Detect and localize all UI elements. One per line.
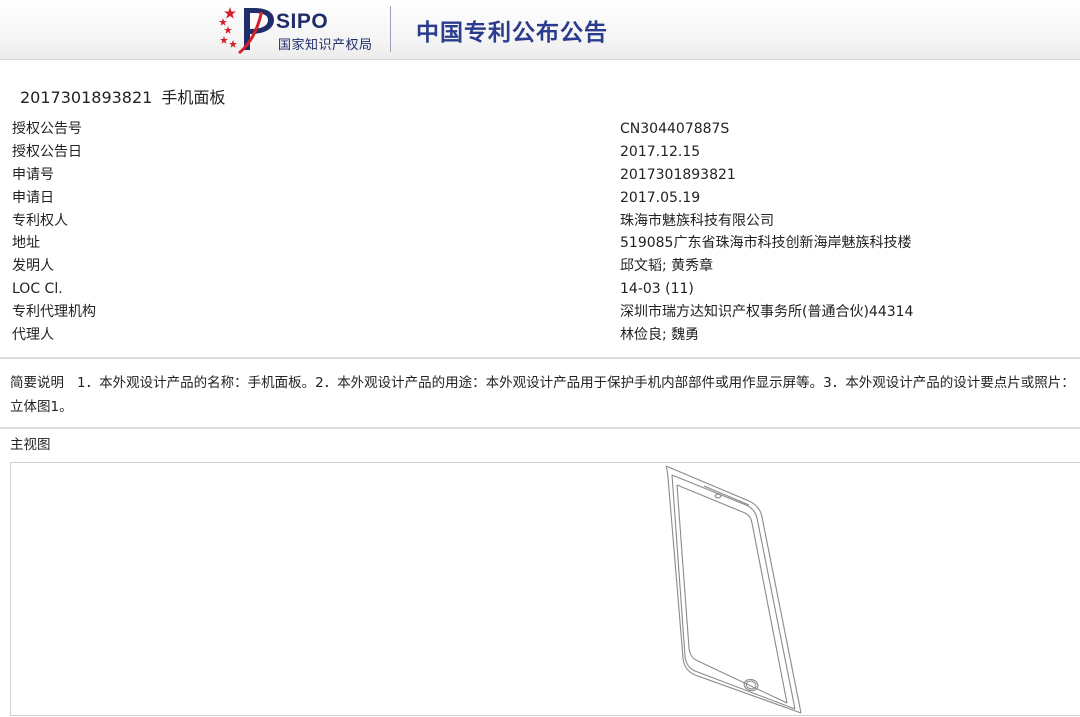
sipo-emblem-icon xyxy=(219,7,274,54)
logo-subtitle: 国家知识产权局 xyxy=(278,38,373,53)
application-number: 2017301893821 xyxy=(20,88,153,107)
field-value: 14-03 (11) xyxy=(620,281,694,298)
field-value: 519085广东省珠海市科技创新海岸魅族科技楼 xyxy=(620,235,912,252)
product-name: 手机面板 xyxy=(161,88,226,107)
field-value: CN304407887S xyxy=(620,121,730,137)
field-label: 申请号 xyxy=(12,166,54,183)
logo-text: SIPO xyxy=(276,10,329,33)
summary-text: 1．本外观设计产品的名称：手机面板。2．本外观设计产品的用途：本外观设计产品用于… xyxy=(10,375,1075,415)
field-label: 专利代理机构 xyxy=(12,304,96,321)
header-divider xyxy=(390,6,391,52)
section-divider xyxy=(0,427,1080,429)
field-value: 林俭良; 魏勇 xyxy=(620,327,700,344)
summary-label: 简要说明 xyxy=(10,375,64,391)
field-label: 代理人 xyxy=(12,327,54,344)
info-row: 专利代理机构 深圳市瑞方达知识产权事务所(普通合伙)44314 xyxy=(12,301,1072,324)
field-label: 授权公告号 xyxy=(12,121,82,137)
field-value: 2017.05.19 xyxy=(620,189,701,206)
page-title: 2017301893821 手机面板 xyxy=(20,84,225,108)
field-label: LOC Cl. xyxy=(12,281,63,298)
info-row: 专利权人 珠海市魅族科技有限公司 xyxy=(12,210,1072,233)
field-label: 发明人 xyxy=(12,258,54,275)
field-label: 申请日 xyxy=(12,189,54,206)
info-row: 申请号 2017301893821 xyxy=(12,164,1072,187)
info-row: 申请日 2017.05.19 xyxy=(12,187,1072,210)
field-value: 2017301893821 xyxy=(620,166,736,183)
info-row: 代理人 林俭良; 魏勇 xyxy=(12,324,1072,347)
field-label: 地址 xyxy=(12,235,40,252)
field-value: 深圳市瑞方达知识产权事务所(普通合伙)44314 xyxy=(620,304,914,321)
info-row: 授权公告号 CN304407887S xyxy=(12,118,1072,141)
main-view-label: 主视图 xyxy=(10,437,51,453)
brief-description: 简要说明 1．本外观设计产品的名称：手机面板。2．本外观设计产品的用途：本外观设计… xyxy=(10,371,1076,419)
field-value: 珠海市魅族科技有限公司 xyxy=(620,212,774,229)
info-row: 地址 519085广东省珠海市科技创新海岸魅族科技楼 xyxy=(12,232,1072,255)
phone-panel-drawing xyxy=(665,465,802,714)
site-title[interactable]: 中国专利公布公告 xyxy=(416,13,608,47)
info-row: 授权公告日 2017.12.15 xyxy=(12,141,1072,164)
field-label: 专利权人 xyxy=(12,212,68,229)
field-label: 授权公告日 xyxy=(12,143,82,160)
patent-info-table: 授权公告号 CN304407887S 授权公告日 2017.12.15 申请号 201… xyxy=(12,118,1072,347)
info-row: LOC Cl. 14-03 (11) xyxy=(12,278,1072,301)
site-header: SIPO 国家知识产权局 中国专利公布公告 xyxy=(0,0,1080,60)
sipo-logo[interactable]: SIPO 国家知识产权局 xyxy=(214,4,394,56)
section-divider xyxy=(0,357,1080,359)
field-value: 邱文韬; 黄秀章 xyxy=(620,258,714,275)
info-row: 发明人 邱文韬; 黄秀章 xyxy=(12,255,1072,278)
field-value: 2017.12.15 xyxy=(620,143,701,160)
main-view-image[interactable] xyxy=(10,462,1080,716)
